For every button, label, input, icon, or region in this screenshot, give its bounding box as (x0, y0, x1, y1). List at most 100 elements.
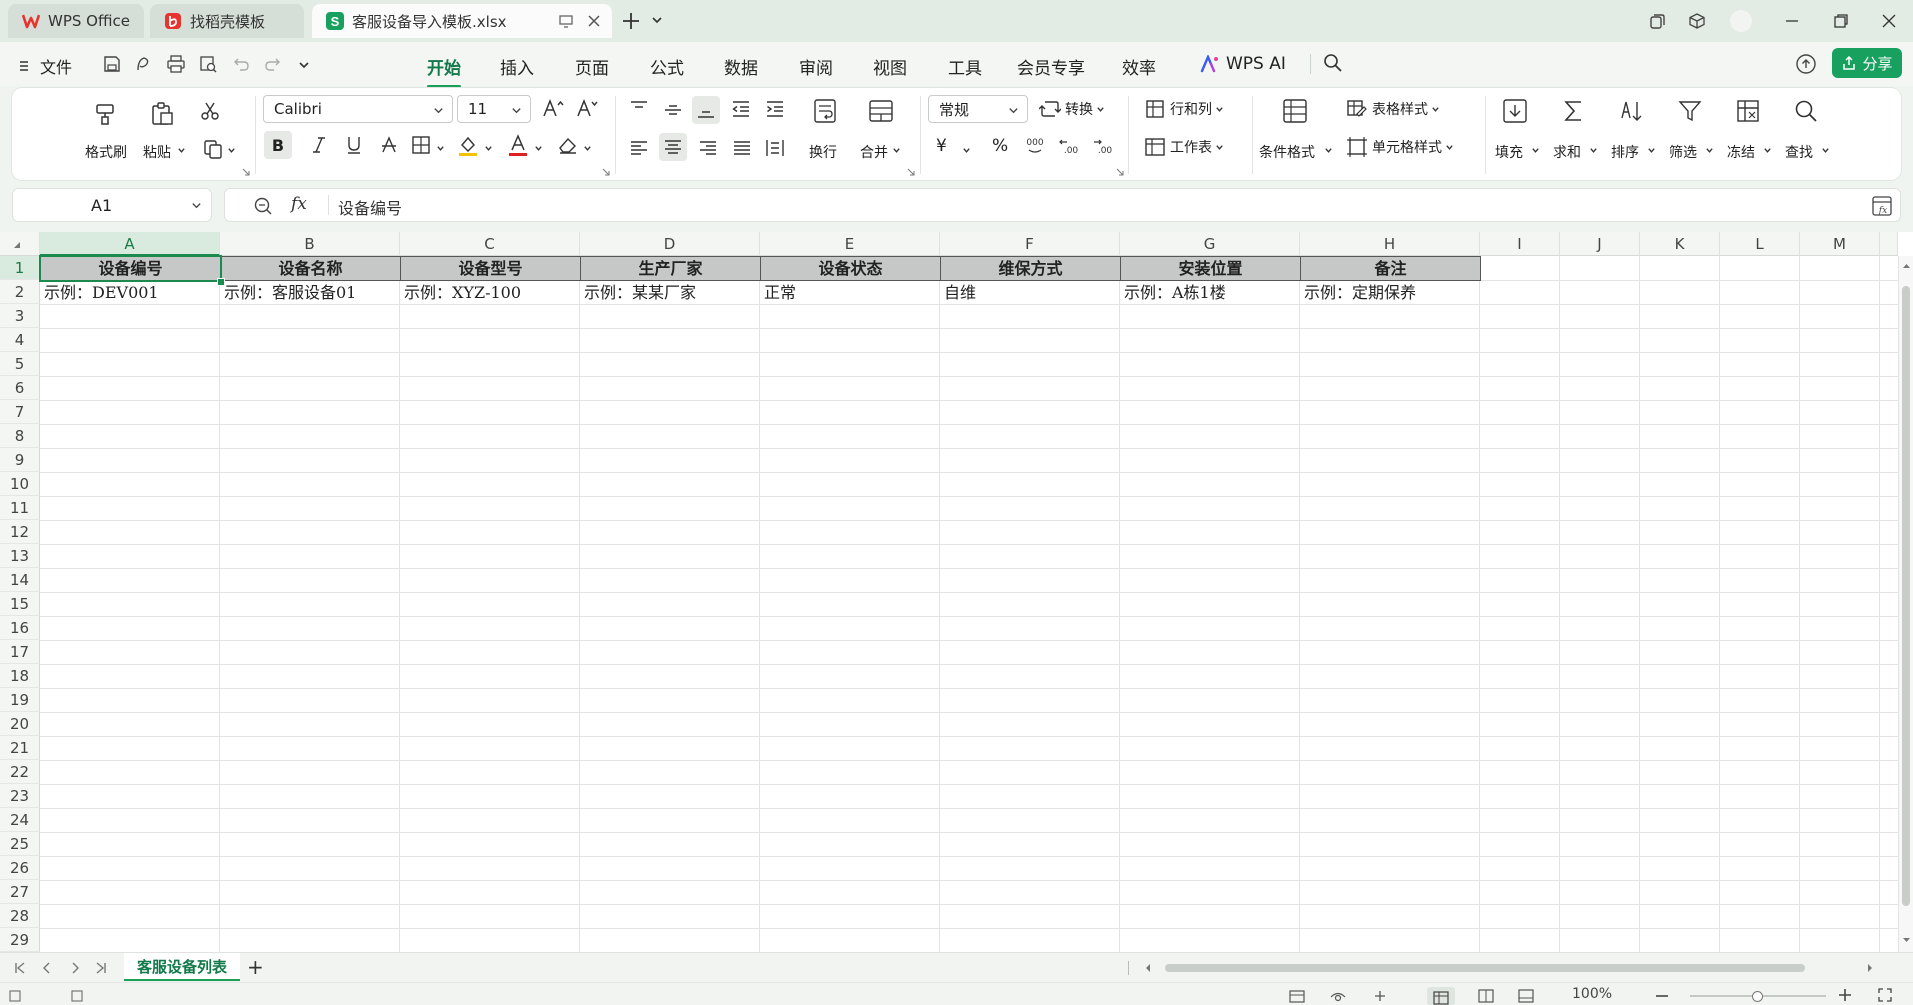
align-middle-icon[interactable] (662, 98, 684, 120)
sum-chevron-icon[interactable] (1589, 146, 1598, 155)
column-header-e[interactable]: E (760, 232, 940, 256)
cut-icon[interactable] (199, 100, 221, 122)
font-color-icon[interactable] (507, 133, 529, 157)
justify-icon[interactable] (731, 137, 753, 159)
window-tile-icon[interactable] (1646, 10, 1668, 32)
copy-icon[interactable] (202, 138, 224, 160)
export-pdf-icon[interactable] (134, 54, 154, 74)
next-sheet-icon[interactable] (68, 961, 82, 975)
row-header-3[interactable]: 3 (0, 304, 40, 328)
search-icon[interactable] (1323, 53, 1343, 73)
vertical-scrollbar[interactable] (1898, 256, 1913, 952)
cloud-upload-icon[interactable] (1795, 53, 1817, 75)
filter-button[interactable] (1675, 96, 1705, 126)
page-break-icon[interactable] (1518, 989, 1534, 1003)
fill-chevron-icon[interactable] (484, 144, 493, 153)
clipboard-launcher-icon[interactable] (242, 168, 250, 176)
add-sheet-button[interactable]: + (247, 955, 264, 979)
select-all-corner[interactable] (0, 232, 40, 256)
copy-chevron-icon[interactable] (227, 146, 236, 155)
row-header-8[interactable]: 8 (0, 424, 40, 448)
eraser-chevron-icon[interactable] (583, 144, 592, 153)
cell-e1[interactable]: 设备状态 (760, 256, 941, 281)
column-header-d[interactable]: D (580, 232, 760, 256)
row-header-25[interactable]: 25 (0, 832, 40, 856)
strikethrough-icon[interactable] (381, 135, 397, 155)
cond-format-chevron-icon[interactable] (1324, 146, 1333, 155)
row-header-23[interactable]: 23 (0, 784, 40, 808)
border-icon[interactable] (411, 135, 431, 155)
first-sheet-icon[interactable] (13, 961, 27, 975)
column-header-c[interactable]: C (400, 232, 580, 256)
zoom-slider[interactable] (1690, 991, 1826, 1002)
find-button[interactable] (1791, 96, 1821, 126)
row-header-13[interactable]: 13 (0, 544, 40, 568)
cell-style-button[interactable]: 单元格样式 (1346, 136, 1454, 158)
tab-efficiency[interactable]: 效率 (1122, 54, 1156, 79)
sheet-info-icon[interactable] (70, 989, 84, 1003)
row-header-18[interactable]: 18 (0, 664, 40, 688)
percent-format-button[interactable]: % (992, 136, 1008, 156)
thousands-separator-icon[interactable]: 000 (1024, 136, 1046, 158)
row-header-20[interactable]: 20 (0, 712, 40, 736)
cell-c2[interactable]: 示例：XYZ-100 (400, 281, 580, 304)
chevron-down-icon[interactable] (651, 14, 663, 26)
currency-chevron-icon[interactable] (962, 146, 971, 155)
border-chevron-icon[interactable] (436, 144, 445, 153)
find-chevron-icon[interactable] (1821, 146, 1830, 155)
row-column-button[interactable]: 行和列 (1144, 98, 1224, 120)
redo-icon[interactable] (262, 54, 282, 74)
font-color-chevron-icon[interactable] (534, 144, 543, 153)
tab-wps-ai[interactable]: WPS AI (1200, 54, 1286, 74)
cell-g2[interactable]: 示例：A栋1楼 (1120, 281, 1300, 304)
tab-member[interactable]: 会员专享 (1017, 54, 1085, 79)
font-name-select[interactable]: Calibri (263, 95, 453, 123)
close-tab-icon[interactable] (586, 13, 602, 29)
row-header-11[interactable]: 11 (0, 496, 40, 520)
new-tab-icon[interactable] (621, 11, 641, 31)
scroll-down-icon[interactable] (1902, 936, 1911, 944)
cell-e2[interactable]: 正常 (760, 281, 940, 304)
print-preview-icon[interactable] (198, 54, 218, 74)
tab-page[interactable]: 页面 (575, 54, 609, 79)
row-header-28[interactable]: 28 (0, 904, 40, 928)
row-header-24[interactable]: 24 (0, 808, 40, 832)
view-normal-button[interactable] (1427, 987, 1455, 1005)
vertical-scroll-thumb[interactable] (1902, 286, 1910, 906)
row-header-7[interactable]: 7 (0, 400, 40, 424)
column-header-k[interactable]: K (1640, 232, 1720, 256)
align-left-icon[interactable] (628, 137, 650, 159)
sort-button[interactable] (1617, 96, 1647, 126)
cell-b1[interactable]: 设备名称 (220, 256, 401, 281)
row-header-4[interactable]: 4 (0, 328, 40, 352)
horizontal-scroll-thumb[interactable] (1165, 964, 1805, 972)
decrease-indent-icon[interactable] (730, 98, 752, 120)
column-header-a[interactable]: A (40, 232, 220, 256)
row-header-27[interactable]: 27 (0, 880, 40, 904)
sheet-tab-active[interactable]: 客服设备列表 (124, 953, 240, 981)
spreadsheet-grid[interactable]: A B C D E F G H I J K L M 1 2 3 4 5 6 7 … (0, 232, 1913, 952)
minimize-icon[interactable] (1781, 10, 1803, 32)
increase-indent-icon[interactable] (764, 98, 786, 120)
cell-h1[interactable]: 备注 (1300, 256, 1481, 281)
row-header-17[interactable]: 17 (0, 640, 40, 664)
cell-c1[interactable]: 设备型号 (400, 256, 581, 281)
close-window-icon[interactable] (1878, 10, 1900, 32)
undo-icon[interactable] (232, 54, 252, 74)
align-center-button[interactable] (659, 133, 687, 161)
cell-h2[interactable]: 示例：定期保养 (1300, 281, 1480, 304)
merge-chevron-icon[interactable] (892, 146, 901, 155)
avatar[interactable] (1730, 10, 1752, 32)
scroll-right-icon[interactable] (1866, 963, 1874, 973)
cell-d1[interactable]: 生产厂家 (580, 256, 761, 281)
wrap-text-button[interactable] (811, 96, 839, 126)
tab-wps-office[interactable]: WPS Office (8, 4, 144, 38)
name-box[interactable]: A1 (12, 188, 212, 222)
cell-b2[interactable]: 示例：客服设备01 (220, 281, 400, 304)
column-header-h[interactable]: H (1300, 232, 1480, 256)
bold-button[interactable]: B (264, 131, 292, 159)
format-painter-button[interactable] (91, 100, 119, 128)
filter-chevron-icon[interactable] (1705, 146, 1714, 155)
sort-chevron-icon[interactable] (1647, 146, 1656, 155)
row-header-14[interactable]: 14 (0, 568, 40, 592)
